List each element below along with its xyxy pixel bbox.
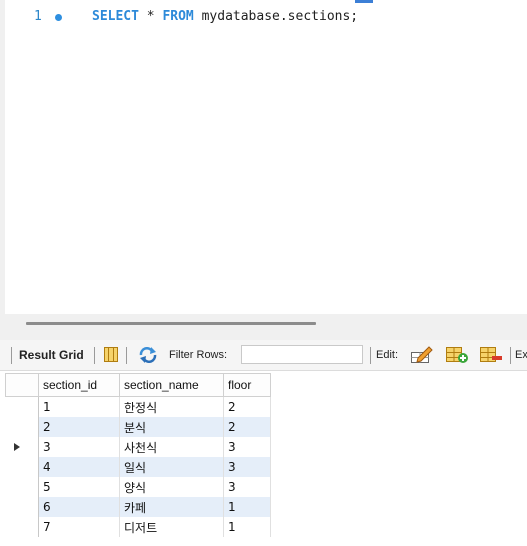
filter-rows-input[interactable] (241, 345, 363, 364)
toolbar-separator (126, 347, 127, 364)
result-grid: section_id section_name floor 1 한정식 2 2 … (5, 373, 271, 537)
column-header-section-name[interactable]: section_name (119, 373, 224, 397)
table-row[interactable]: 1 한정식 2 (5, 396, 271, 417)
cell-floor[interactable]: 3 (223, 477, 271, 497)
cell-section-id[interactable]: 7 (38, 517, 120, 537)
table-row[interactable]: 6 카페 1 (5, 497, 271, 517)
cell-section-name[interactable]: 일식 (119, 457, 224, 477)
delete-row-icon[interactable] (479, 346, 503, 364)
cell-floor[interactable]: 2 (223, 396, 271, 417)
grid-layout-icon[interactable] (103, 346, 119, 363)
cell-section-id[interactable]: 2 (38, 417, 120, 437)
editor-scrollbar-track (0, 314, 527, 340)
cell-section-id[interactable]: 4 (38, 457, 120, 477)
row-header[interactable] (5, 457, 39, 477)
table-row[interactable]: 7 디저트 1 (5, 517, 271, 537)
cell-floor[interactable]: 2 (223, 417, 271, 437)
cell-section-id[interactable]: 1 (38, 396, 120, 417)
current-row-arrow-icon (13, 443, 20, 451)
column-header-section-id[interactable]: section_id (38, 373, 120, 397)
cell-floor[interactable]: 1 (223, 497, 271, 517)
cell-section-name[interactable]: 양식 (119, 477, 224, 497)
row-header[interactable] (5, 396, 39, 417)
cell-section-name[interactable]: 한정식 (119, 396, 224, 417)
result-grid-button[interactable]: Result Grid (19, 348, 84, 362)
refresh-icon[interactable] (138, 347, 158, 363)
cell-section-name[interactable]: 분식 (119, 417, 224, 437)
code-line-1[interactable]: 1 SELECT * FROM mydatabase.sections; (0, 7, 527, 27)
add-row-icon[interactable] (445, 346, 469, 364)
keyword-from: FROM (162, 9, 194, 24)
cell-section-name[interactable]: 카페 (119, 497, 224, 517)
toolbar-separator (370, 347, 371, 364)
result-toolbar: Result Grid Filter Rows: Edit: Ex (0, 340, 527, 371)
table-row[interactable]: 2 분식 2 (5, 417, 271, 437)
cell-section-id[interactable]: 3 (38, 437, 120, 457)
editor-gutter-edge (0, 0, 5, 318)
edit-cell-icon[interactable] (410, 346, 434, 364)
scroll-marker (355, 0, 373, 3)
cell-section-id[interactable]: 6 (38, 497, 120, 517)
query-star: * (138, 9, 163, 24)
row-header-corner (5, 373, 39, 397)
export-button[interactable]: Ex (515, 349, 527, 361)
row-header[interactable] (5, 417, 39, 437)
cell-section-name[interactable]: 디저트 (119, 517, 224, 537)
cell-section-name[interactable]: 사천식 (119, 437, 224, 457)
line-number: 1 (34, 9, 42, 24)
edit-label: Edit: (376, 349, 399, 361)
cell-floor[interactable]: 3 (223, 457, 271, 477)
table-row[interactable]: 4 일식 3 (5, 457, 271, 477)
row-header[interactable] (5, 517, 39, 537)
column-header-floor[interactable]: floor (223, 373, 271, 397)
row-header[interactable] (5, 497, 39, 517)
sql-query[interactable]: SELECT * FROM mydatabase.sections; (92, 7, 358, 27)
filter-rows-label: Filter Rows: (169, 349, 228, 361)
cell-floor[interactable]: 3 (223, 437, 271, 457)
table-row[interactable]: 5 양식 3 (5, 477, 271, 497)
cell-floor[interactable]: 1 (223, 517, 271, 537)
query-table: mydatabase.sections; (193, 9, 359, 24)
toolbar-separator (94, 347, 95, 364)
cell-section-id[interactable]: 5 (38, 477, 120, 497)
row-header[interactable] (5, 437, 39, 457)
grid-header-row: section_id section_name floor (5, 373, 271, 397)
toolbar-separator (510, 347, 511, 364)
keyword-select: SELECT (92, 9, 139, 24)
row-header[interactable] (5, 477, 39, 497)
toolbar-separator (11, 347, 12, 364)
statement-marker-icon (55, 14, 62, 21)
horizontal-scrollbar-thumb[interactable] (26, 322, 316, 325)
sql-editor[interactable]: 1 SELECT * FROM mydatabase.sections; (0, 0, 527, 318)
table-row[interactable]: 3 사천식 3 (5, 437, 271, 457)
